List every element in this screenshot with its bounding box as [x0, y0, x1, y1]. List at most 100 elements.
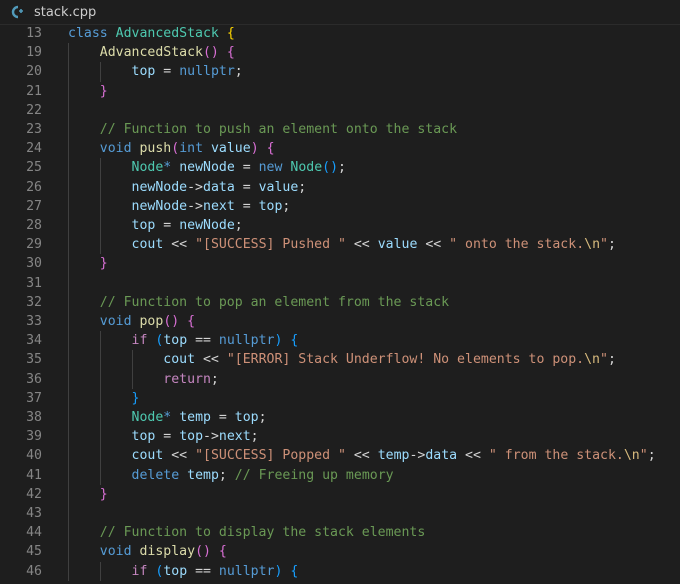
- code-token: int: [179, 141, 204, 157]
- code-token: {: [226, 26, 235, 42]
- code-text: void display() {: [68, 544, 227, 559]
- code-token: {: [226, 45, 235, 61]
- code-line[interactable]: 33 void pop() {: [0, 312, 680, 331]
- code-line[interactable]: 37 }: [0, 389, 680, 408]
- code-line[interactable]: 25 Node* newNode = new Node();: [0, 158, 680, 177]
- code-token: ;: [647, 448, 656, 464]
- code-line[interactable]: 24 void push(int value) {: [0, 139, 680, 158]
- code-line[interactable]: 46 if (top == nullptr) {: [0, 562, 680, 581]
- code-line[interactable]: 39 top = top->next;: [0, 427, 680, 446]
- line-number: 33: [26, 314, 42, 330]
- code-text: }: [68, 256, 108, 271]
- code-token: <<: [163, 448, 196, 464]
- code-line[interactable]: 42 }: [0, 485, 680, 504]
- code-line[interactable]: 36 return;: [0, 370, 680, 389]
- code-token: void: [99, 141, 132, 157]
- code-line[interactable]: 41 delete temp; // Freeing up memory: [0, 466, 680, 485]
- code-line[interactable]: 34 if (top == nullptr) {: [0, 331, 680, 350]
- code-token: ->: [409, 448, 426, 464]
- code-token: temp: [179, 410, 211, 426]
- code-token: ->: [187, 179, 203, 195]
- code-line[interactable]: 26 newNode->data = value;: [0, 178, 680, 197]
- code-line[interactable]: 13 class AdvancedStack {: [0, 24, 680, 43]
- code-line[interactable]: 21 }: [0, 82, 680, 101]
- code-line[interactable]: 23 // Function to push an element onto t…: [0, 120, 680, 139]
- line-number: 25: [26, 160, 42, 176]
- code-editor[interactable]: 13 class AdvancedStack {19 AdvancedStack(…: [0, 24, 680, 584]
- code-line[interactable]: 40 cout << "[SUCCESS] Popped " << temp->…: [0, 446, 680, 465]
- line-number: 36: [26, 371, 42, 387]
- code-token: temp: [377, 448, 410, 464]
- code-token: ): [250, 141, 259, 157]
- code-line[interactable]: 31: [0, 274, 680, 293]
- indent-guide: [99, 62, 101, 82]
- code-line[interactable]: 35 cout << "[ERROR] Stack Underflow! No …: [0, 350, 680, 369]
- code-token: ;: [234, 64, 243, 80]
- code-token: }: [99, 486, 108, 502]
- code-token: =: [155, 64, 180, 80]
- code-token: delete: [131, 467, 180, 483]
- code-token: "[SUCCESS] Popped ": [195, 448, 346, 464]
- code-text: if (top == nullptr) {: [68, 563, 299, 579]
- code-token: ;: [338, 160, 346, 176]
- tab-stack-cpp[interactable]: stack.cpp: [10, 5, 96, 20]
- code-token: \n: [623, 448, 640, 464]
- code-text: top = top->next;: [68, 429, 259, 444]
- code-token: ->: [203, 429, 219, 445]
- code-token: ;: [210, 371, 219, 387]
- code-text: delete temp; // Freeing up memory: [68, 468, 394, 483]
- code-line[interactable]: 20 top = nullptr;: [0, 62, 680, 81]
- code-token: (): [163, 314, 180, 330]
- code-line[interactable]: 43: [0, 504, 680, 523]
- code-line[interactable]: 44 // Function to display the stack elem…: [0, 523, 680, 542]
- code-token: top: [131, 64, 156, 80]
- code-token: top: [258, 198, 283, 214]
- code-token: push: [139, 141, 172, 157]
- code-token: newNode: [131, 198, 188, 214]
- code-line[interactable]: 22: [0, 101, 680, 120]
- line-number: 24: [26, 141, 42, 157]
- code-line[interactable]: 29 cout << "[SUCCESS] Pushed " << value …: [0, 235, 680, 254]
- code-token: "[ERROR] Stack Underflow! No elements to…: [226, 352, 585, 368]
- indent-guide: [68, 43, 69, 581]
- line-number: 20: [26, 64, 42, 80]
- code-line[interactable]: 32 // Function to pop an element from th…: [0, 293, 680, 312]
- code-line[interactable]: 45 void display() {: [0, 542, 680, 561]
- code-token: " onto the stack.: [449, 237, 585, 253]
- code-token: ;: [258, 410, 267, 426]
- code-token: top: [163, 563, 188, 579]
- code-text: // Function to push an element onto the …: [68, 122, 457, 137]
- code-text: // Function to pop an element from the s…: [68, 295, 449, 310]
- code-token: next: [203, 198, 235, 214]
- code-token: =: [234, 160, 259, 176]
- code-token: cout: [163, 352, 196, 368]
- indent-guide: [99, 331, 101, 485]
- code-line[interactable]: 38 Node* temp = top;: [0, 408, 680, 427]
- code-token: AdvancedStack: [115, 26, 219, 42]
- line-number: 30: [26, 256, 42, 272]
- code-text: cout << "[ERROR] Stack Underflow! No ele…: [68, 352, 616, 367]
- code-token: <<: [417, 237, 450, 253]
- code-token: return: [163, 371, 211, 387]
- code-token: <<: [163, 237, 196, 253]
- code-token: cout: [131, 448, 164, 464]
- code-token: =: [234, 179, 259, 195]
- code-line[interactable]: 28 top = newNode;: [0, 216, 680, 235]
- code-text: cout << "[SUCCESS] Popped " << temp->dat…: [68, 448, 656, 463]
- code-line[interactable]: 30 }: [0, 254, 680, 273]
- code-token: cout: [131, 237, 164, 253]
- line-number: 22: [26, 102, 42, 118]
- line-number: 43: [26, 506, 42, 522]
- code-line[interactable]: 27 newNode->next = top;: [0, 197, 680, 216]
- code-line[interactable]: 19 AdvancedStack() {: [0, 43, 680, 62]
- line-number: 32: [26, 294, 42, 310]
- code-token: // Function to display the stack element…: [99, 525, 426, 541]
- code-token: pop: [139, 314, 164, 330]
